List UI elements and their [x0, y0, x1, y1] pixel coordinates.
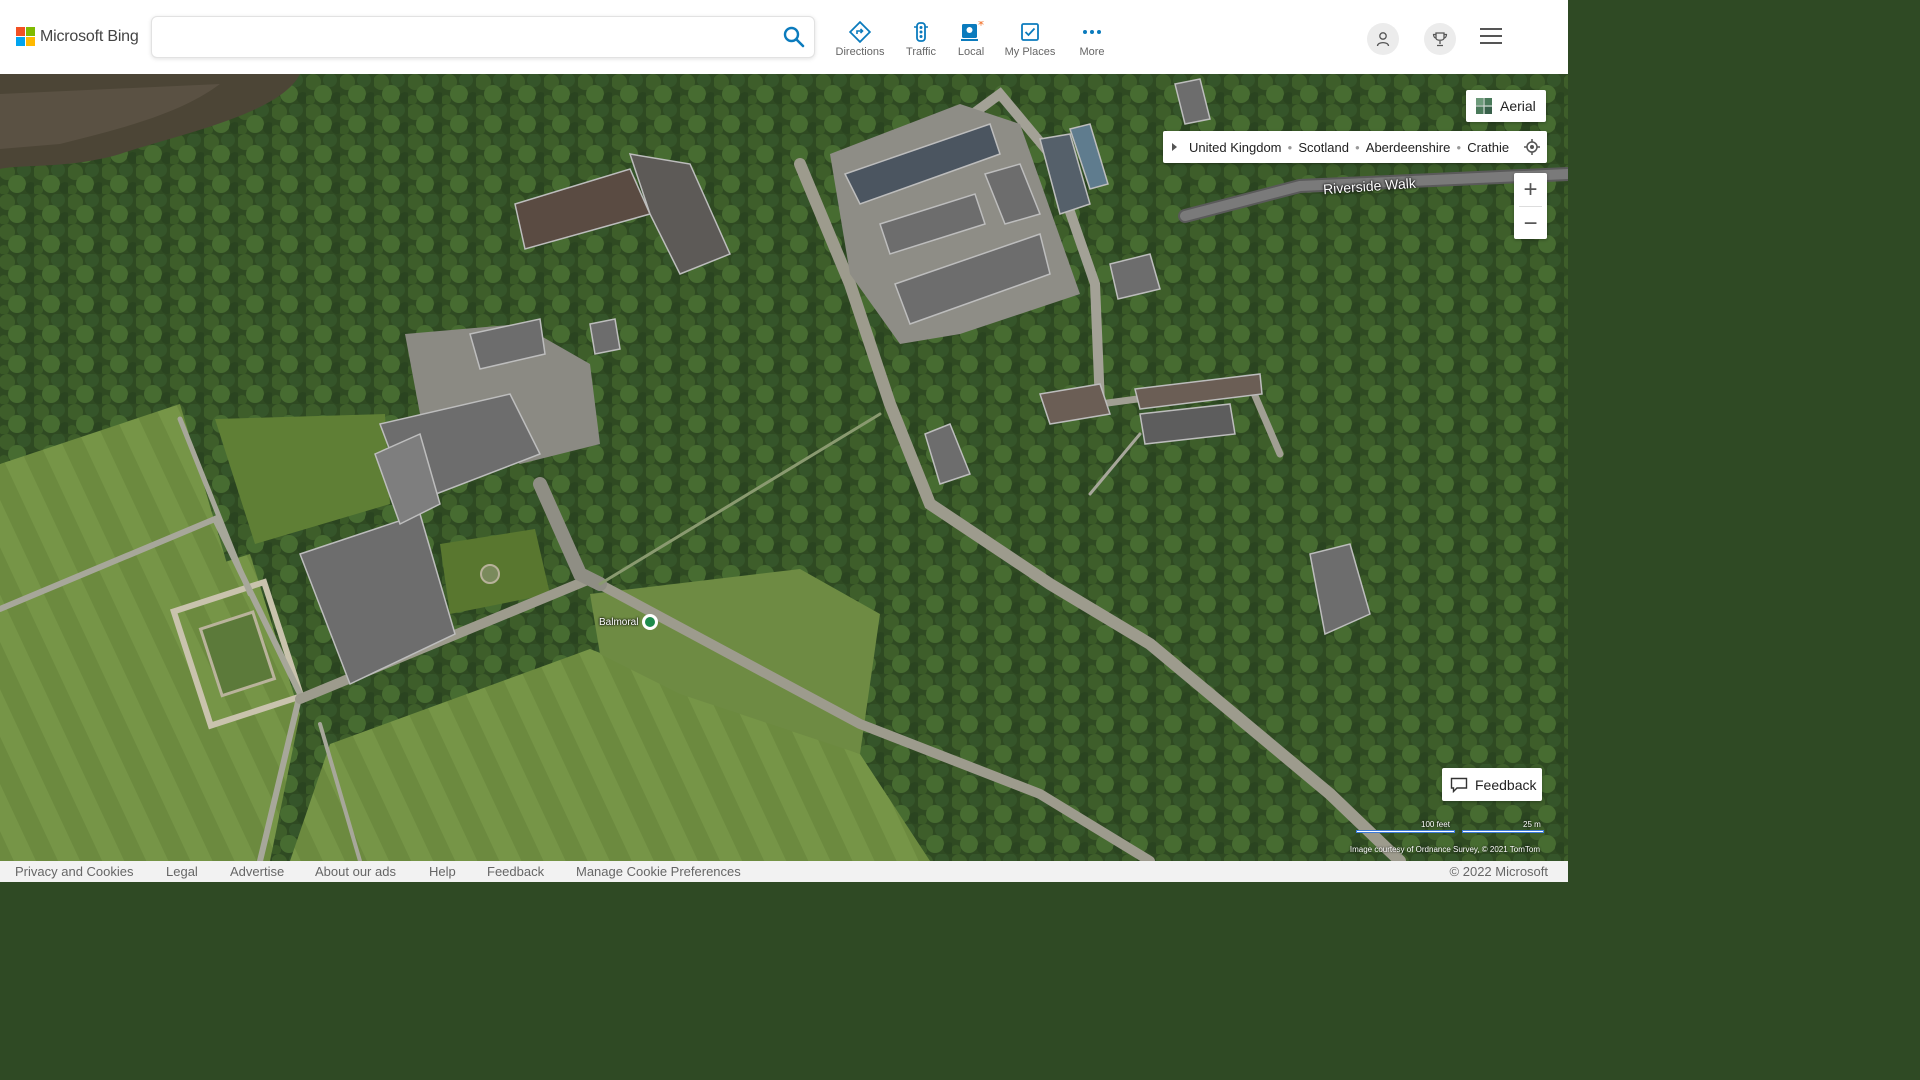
rewards-button[interactable]	[1424, 23, 1456, 55]
nav-directions-label: Directions	[835, 46, 885, 58]
scale-meters-bar	[1462, 830, 1544, 833]
nav-my-places-label: My Places	[1004, 46, 1056, 58]
scale-bar: 100 feet 25 m	[1356, 820, 1546, 840]
breadcrumb-region[interactable]: Scotland	[1298, 140, 1349, 155]
hamburger-menu-icon[interactable]	[1480, 28, 1502, 46]
search-input[interactable]	[164, 23, 768, 53]
nav-local-label: Local	[957, 46, 985, 58]
zoom-in-button[interactable]: +	[1514, 173, 1547, 206]
directions-icon	[849, 21, 871, 43]
landmark-pin-icon	[642, 614, 659, 630]
trophy-icon	[1432, 32, 1448, 47]
user-icon	[1376, 32, 1390, 47]
my-places-icon	[1021, 23, 1039, 41]
footer-link-legal[interactable]: Legal	[166, 864, 198, 879]
imagery-attribution: Image courtesy of Ordnance Survey, © 202…	[1349, 845, 1540, 854]
footer-link-advertise[interactable]: Advertise	[230, 864, 284, 879]
aerial-layers-icon	[1476, 98, 1492, 114]
search-icon[interactable]	[782, 25, 806, 49]
copyright: © 2022 Microsoft	[1449, 864, 1548, 879]
comment-icon	[1450, 777, 1468, 793]
breadcrumb-separator: ●	[1354, 142, 1360, 152]
poi-label: Balmoral	[599, 616, 639, 628]
location-breadcrumb: United Kingdom ● Scotland ● Aberdeenshir…	[1163, 131, 1547, 163]
footer: Privacy and Cookies Legal Advertise Abou…	[0, 861, 1568, 882]
map-style-label: Aerial	[1500, 98, 1536, 114]
footer-link-privacy[interactable]: Privacy and Cookies	[15, 864, 134, 879]
account-button[interactable]	[1367, 23, 1399, 55]
breadcrumb-county[interactable]: Aberdeenshire	[1366, 140, 1451, 155]
nav-directions[interactable]: Directions	[828, 21, 892, 58]
footer-link-feedback[interactable]: Feedback	[487, 864, 544, 879]
footer-link-help[interactable]: Help	[429, 864, 456, 879]
more-dots-icon	[1083, 30, 1101, 34]
caret-right-icon[interactable]	[1169, 141, 1181, 153]
breadcrumb-separator: ●	[1456, 142, 1462, 152]
map-style-button[interactable]: Aerial	[1466, 90, 1546, 122]
zoom-out-button[interactable]: −	[1514, 207, 1547, 240]
local-pin-icon: *	[961, 21, 984, 41]
scale-meters-label: 25 m	[1523, 820, 1541, 829]
microsoft-logo-icon	[16, 27, 35, 46]
footer-link-about-ads[interactable]: About our ads	[315, 864, 396, 879]
breadcrumb-separator: ●	[1287, 142, 1293, 152]
traffic-light-icon	[914, 22, 928, 42]
brand-name: Microsoft Bing	[40, 27, 139, 45]
poi-balmoral[interactable]: Balmoral	[599, 614, 659, 630]
aerial-map[interactable]: Riverside Walk Balmoral Aerial United Ki…	[0, 74, 1568, 861]
nav-more[interactable]: More	[1060, 21, 1124, 58]
nav-my-places[interactable]: My Places	[998, 21, 1062, 58]
footer-link-cookie-preferences[interactable]: Manage Cookie Preferences	[576, 864, 741, 879]
breadcrumb-locality[interactable]: Crathie	[1467, 140, 1509, 155]
map-feedback-button[interactable]: Feedback	[1442, 768, 1542, 801]
nav-local[interactable]: * Local	[939, 21, 1003, 58]
svg-text:*: *	[978, 21, 984, 32]
scale-feet-label: 100 feet	[1421, 820, 1450, 829]
locate-me-icon[interactable]	[1523, 138, 1541, 156]
search-box[interactable]	[151, 16, 815, 58]
nav-more-label: More	[1079, 46, 1105, 58]
zoom-control: + −	[1514, 173, 1547, 239]
feedback-label: Feedback	[1475, 776, 1537, 793]
bing-logo[interactable]: Microsoft Bing	[16, 27, 139, 46]
top-bar: Microsoft Bing Directions Traffic * Loca…	[0, 0, 1568, 74]
scale-feet-bar	[1356, 830, 1455, 833]
breadcrumb-country[interactable]: United Kingdom	[1189, 140, 1282, 155]
